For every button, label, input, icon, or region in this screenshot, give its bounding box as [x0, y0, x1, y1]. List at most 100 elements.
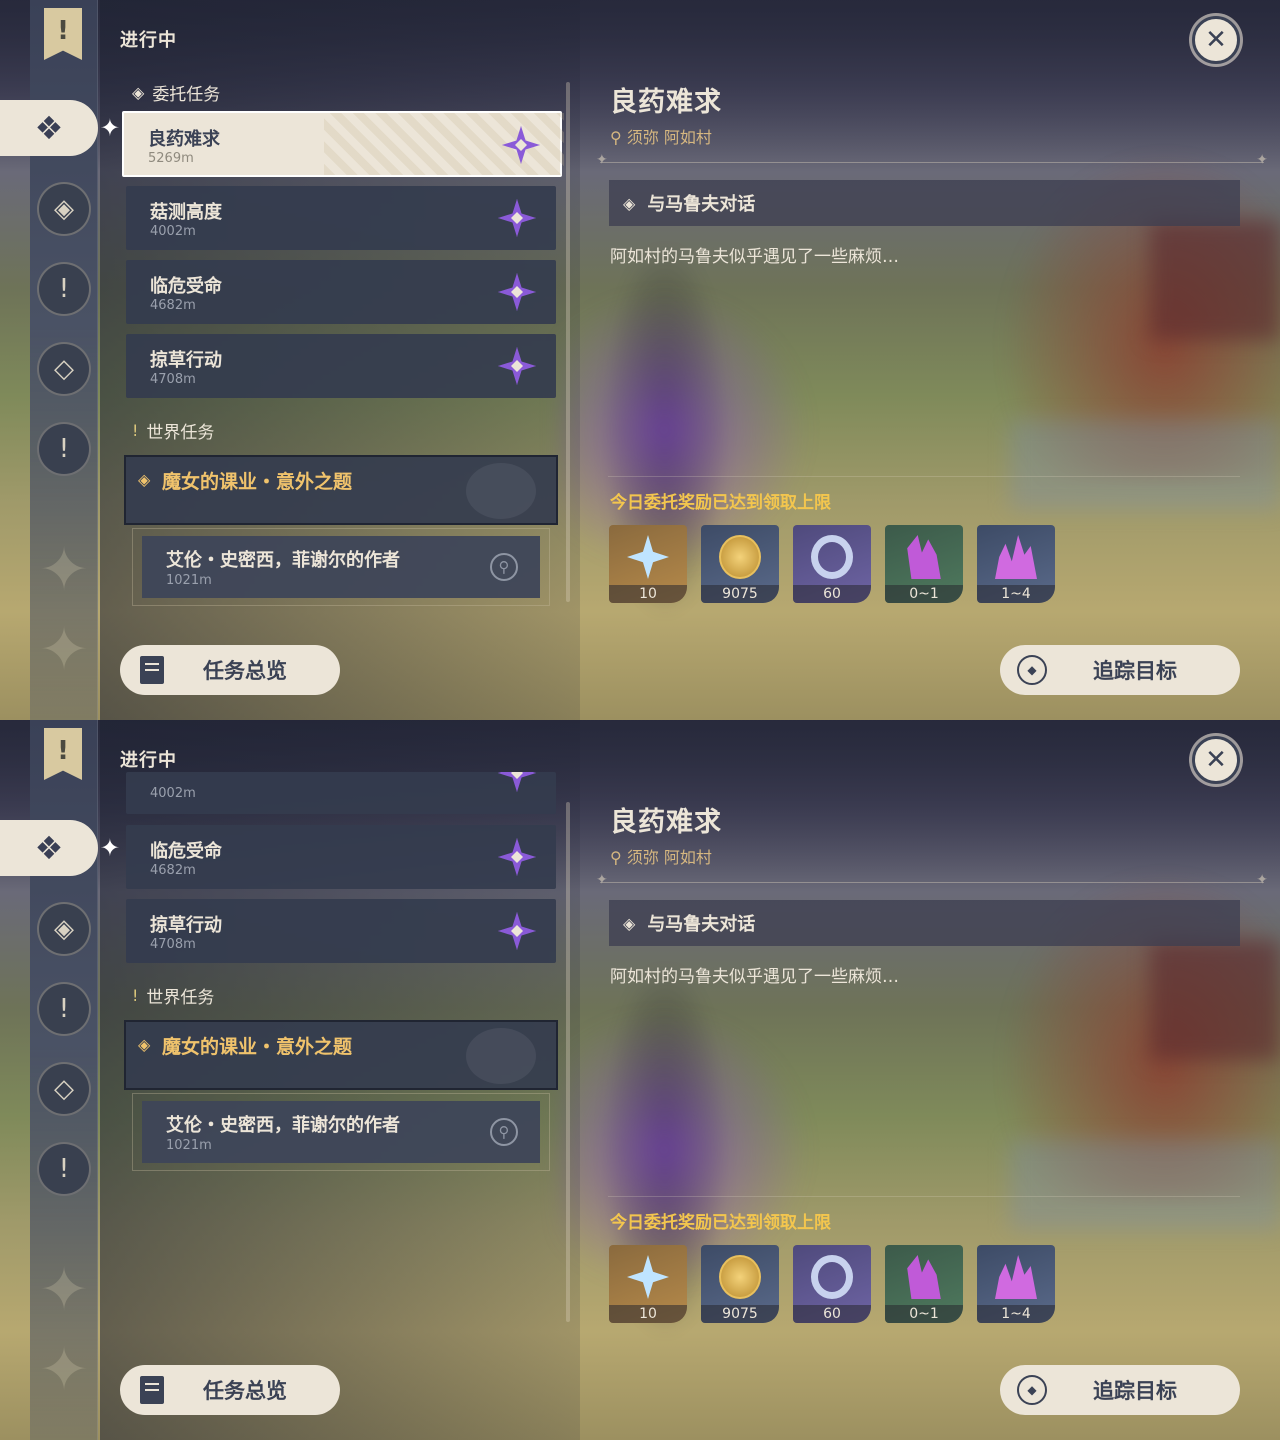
sidebar-item-world[interactable]: !	[37, 422, 91, 476]
star-deco-icon: ✦	[38, 535, 90, 605]
scrollbar[interactable]	[566, 82, 570, 602]
sidebar-item-story[interactable]: !	[37, 982, 91, 1036]
location-pin-icon[interactable]: ⚲	[490, 1118, 518, 1146]
quest-distance: 5269m	[148, 151, 194, 166]
adventure-exp-icon	[811, 535, 853, 579]
archon-quest-icon: ◈	[54, 194, 74, 224]
story-quest-icon: !	[58, 274, 70, 304]
detail-title: 良药难求	[610, 807, 722, 838]
reward-limit-note: 今日委托奖励已达到领取上限	[610, 1213, 831, 1233]
detail-divider	[596, 872, 1268, 888]
quest-name: 掠草行动	[150, 915, 222, 936]
world-quest-card[interactable]: ◈ 魔女的课业・意外之题	[124, 455, 558, 525]
commission-star-icon	[498, 273, 536, 311]
quest-card[interactable]: 临危受命 4682m	[126, 825, 556, 889]
detail-location-text: 须弥 阿如村	[626, 128, 712, 147]
reward-item[interactable]: 10	[609, 525, 687, 603]
world-quest-step-card[interactable]: 艾伦・史密西，菲谢尔的作者 1021m ⚲	[142, 536, 540, 598]
crystal-cluster-icon	[995, 535, 1037, 579]
quest-panel-1: ! ❖ ✦ ◈ ! ◇ ! ✦ ✦ 进行中 ◈ 委托任务 良药难求 5269m …	[0, 0, 1280, 720]
quest-name: 良药难求	[148, 129, 220, 150]
location-pin-icon[interactable]: ⚲	[490, 553, 518, 581]
sidebar-item-legend[interactable]: ◇	[37, 1062, 91, 1116]
sidebar-item-legend[interactable]: ◇	[37, 342, 91, 396]
reward-count: 60	[793, 1305, 871, 1323]
exclamation-icon: !	[132, 986, 139, 1005]
commission-star-icon	[498, 912, 536, 950]
reward-item[interactable]: 1~4	[977, 1245, 1055, 1323]
reward-item[interactable]: 9075	[701, 1245, 779, 1323]
close-icon: ✕	[1205, 25, 1227, 55]
detail-location: ⚲ 须弥 阿如村	[610, 844, 712, 868]
quest-distance: 4708m	[150, 937, 196, 952]
quest-distance: 4682m	[150, 298, 196, 313]
objective-text: 与马鲁夫对话	[647, 914, 756, 935]
world-quest-icon: !	[58, 1154, 70, 1184]
archon-quest-icon: ◈	[54, 914, 74, 944]
section-world: ! 世界任务	[132, 418, 214, 443]
reward-item[interactable]: 10	[609, 1245, 687, 1323]
sidebar-item-commission[interactable]: ❖ ✦	[0, 820, 120, 876]
quest-overview-button[interactable]: 任务总览	[120, 1365, 340, 1415]
quest-name: 掠草行动	[150, 350, 222, 371]
quest-distance: 4002m	[150, 786, 196, 801]
reward-item[interactable]: 1~4	[977, 525, 1055, 603]
world-quest-step-card[interactable]: 艾伦・史密西，菲谢尔的作者 1021m ⚲	[142, 1101, 540, 1163]
world-quest-card[interactable]: ◈ 魔女的课业・意外之题	[124, 1020, 558, 1090]
quest-distance: 4708m	[150, 372, 196, 387]
world-quest-title: 魔女的课业・意外之题	[162, 471, 353, 493]
crystal-cluster-icon	[995, 1255, 1037, 1299]
reward-divider	[608, 1196, 1240, 1197]
quest-card-selected[interactable]: 良药难求 5269m	[122, 111, 564, 177]
quest-card[interactable]: 菇测高度 4002m	[126, 186, 556, 250]
world-quest-title: 魔女的课业・意外之题	[162, 1036, 353, 1058]
legend-quest-icon: ◇	[54, 354, 74, 384]
close-button[interactable]: ✕	[1192, 16, 1240, 64]
sidebar-item-archon[interactable]: ◈	[37, 902, 91, 956]
quest-card[interactable]: 掠草行动 4708m	[126, 334, 556, 398]
background	[1010, 1140, 1280, 1230]
sidebar-item-world[interactable]: !	[37, 1142, 91, 1196]
reward-item[interactable]: 0~1	[885, 1245, 963, 1323]
sidebar-item-story[interactable]: !	[37, 262, 91, 316]
quest-card[interactable]: 4002m	[126, 772, 556, 814]
close-icon: ✕	[1205, 745, 1227, 775]
quest-diamond-icon: ◈	[138, 470, 151, 489]
background	[1010, 420, 1280, 510]
quest-panel-2: ! ❖ ✦ ◈ ! ◇ ! ✦ ✦ 进行中 4002m 临危受命 4682m 掠…	[0, 720, 1280, 1440]
reward-item[interactable]: 9075	[701, 525, 779, 603]
section-world-label: 世界任务	[146, 988, 215, 1008]
reward-item[interactable]: 60	[793, 525, 871, 603]
quest-card[interactable]: 临危受命 4682m	[126, 260, 556, 324]
detail-description: 阿如村的马鲁夫似乎遇见了一些麻烦…	[610, 967, 899, 987]
crystal-icon	[907, 535, 941, 579]
track-button[interactable]: ◆ 追踪目标	[1000, 1365, 1240, 1415]
commission-star-icon	[498, 838, 536, 876]
star-deco-icon: ✦	[38, 1335, 90, 1405]
sidebar-item-commission[interactable]: ❖ ✦	[0, 100, 120, 156]
reward-list: 10 9075 60 0~1 1~4	[609, 525, 1055, 603]
commission-diamond-icon: ◈	[132, 83, 145, 102]
quest-overview-label: 任务总览	[203, 1379, 287, 1403]
reward-count: 9075	[701, 585, 779, 603]
star-deco-icon: ✦	[38, 1255, 90, 1325]
quest-overview-button[interactable]: 任务总览	[120, 645, 340, 695]
star-deco-icon: ✦	[38, 615, 90, 685]
quest-overview-label: 任务总览	[203, 659, 287, 683]
track-button[interactable]: ◆ 追踪目标	[1000, 645, 1240, 695]
reward-item[interactable]: 0~1	[885, 525, 963, 603]
reward-divider	[608, 476, 1240, 477]
reward-count: 1~4	[977, 1305, 1055, 1323]
section-commission-label: 委托任务	[152, 85, 221, 105]
sparkle-icon: ✦	[99, 114, 120, 142]
close-button[interactable]: ✕	[1192, 736, 1240, 784]
scrollbar[interactable]	[566, 802, 570, 1322]
commission-icon: ❖	[34, 829, 64, 867]
quest-card[interactable]: 掠草行动 4708m	[126, 899, 556, 963]
sidebar-item-archon[interactable]: ◈	[37, 182, 91, 236]
reward-count: 10	[609, 585, 687, 603]
world-quest-step-title: 艾伦・史密西，菲谢尔的作者	[166, 550, 400, 571]
background	[1150, 220, 1280, 340]
quest-name: 临危受命	[150, 841, 222, 862]
reward-item[interactable]: 60	[793, 1245, 871, 1323]
